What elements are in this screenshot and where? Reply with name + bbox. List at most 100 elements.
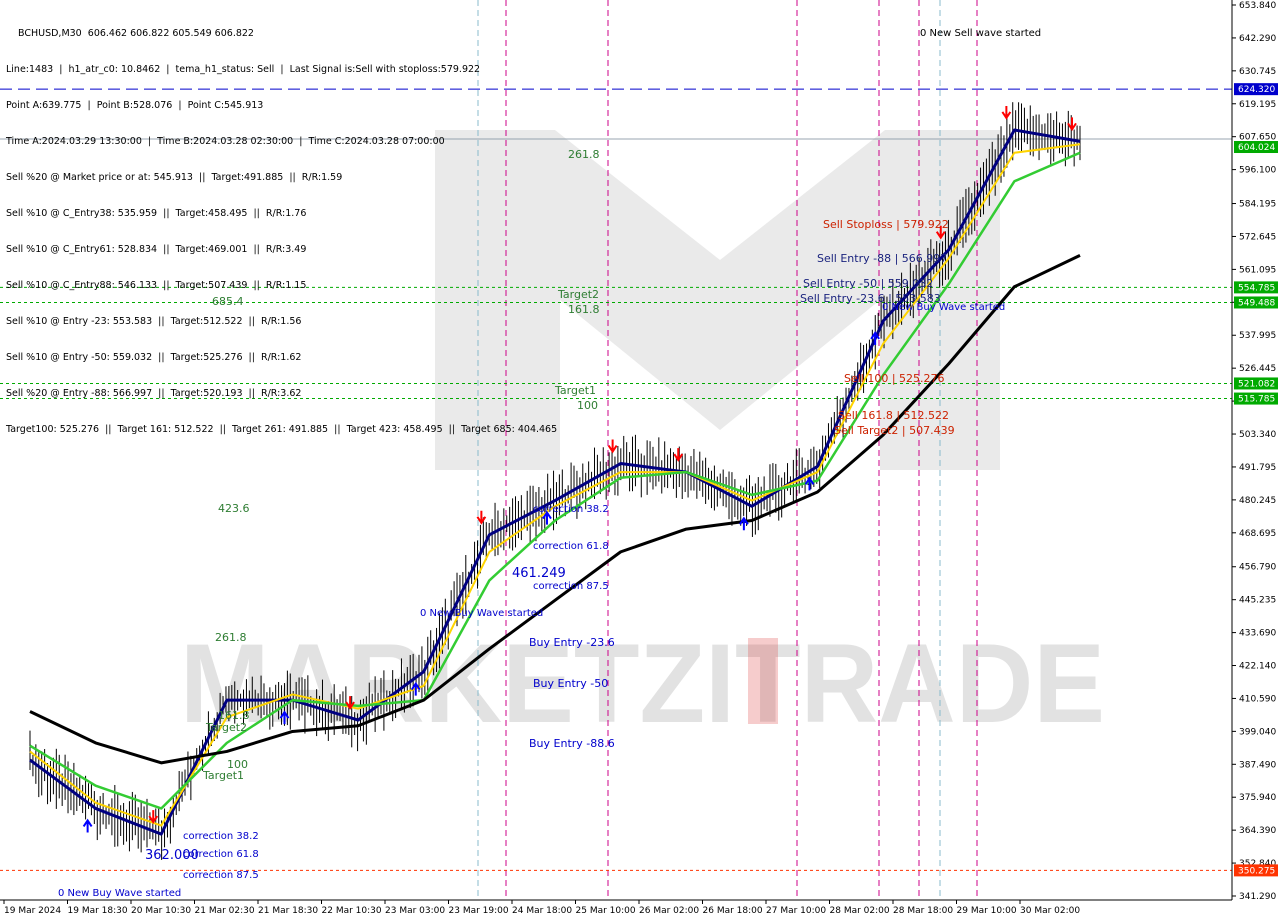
price-tick-label: 503.340: [1239, 430, 1276, 440]
chart-annotation: Sell Stoploss | 579.922: [823, 218, 949, 231]
symbol-header: BCHUSD,M30 606.462 606.822 605.549 606.8…: [18, 28, 254, 39]
price-tick-label: 399.040: [1239, 727, 1276, 737]
price-tick-label: 375.940: [1239, 793, 1276, 803]
chart-annotation: Target1: [554, 384, 596, 397]
price-tick-label: 422.140: [1239, 662, 1276, 672]
time-tick-label: 21 Mar 18:30: [258, 906, 318, 916]
chart-annotation: Buy Entry -23.6: [529, 636, 615, 649]
price-tick-label: 341.290: [1239, 892, 1276, 902]
price-tick-label: 561.095: [1239, 265, 1276, 275]
chart-annotation: Target2: [205, 721, 247, 734]
info-line: Target100: 525.276 || Target 161: 512.52…: [6, 424, 558, 435]
chart-annotation: 261.8: [215, 631, 247, 644]
price-tick-label: 642.290: [1239, 34, 1276, 44]
chart-annotation: correction 61.8: [533, 541, 609, 552]
price-tick-label: 480.245: [1239, 496, 1276, 506]
info-line: Sell %10 @ C_Entry88: 546.133 || Target:…: [6, 280, 307, 291]
time-tick-label: 19 Mar 18:30: [68, 906, 128, 916]
time-tick-label: 26 Mar 18:00: [703, 906, 763, 916]
level-price-label: 515.785: [1238, 395, 1275, 405]
price-tick-label: 526.445: [1239, 364, 1276, 374]
chart-annotation: 0 New Buy Wave started: [882, 302, 1005, 313]
chart-annotation: 0 New Buy Wave started: [58, 888, 181, 899]
time-tick-label: 20 Mar 10:30: [131, 906, 191, 916]
chart-annotation: 261.8: [568, 148, 600, 161]
chart-annotation: 100: [577, 399, 598, 412]
signal-arrow-icon: [1001, 105, 1012, 120]
watermark-text: MARKETZITRADE: [180, 621, 1105, 746]
time-tick-label: 28 Mar 18:00: [893, 906, 953, 916]
info-line: Sell %10 @ C_Entry38: 535.959 || Target:…: [6, 208, 307, 219]
chart-annotation: correction 38.2: [533, 504, 609, 515]
chart-annotation: Sell 161.8 | 512.522: [838, 409, 949, 422]
chart-annotation: Target1: [202, 769, 244, 782]
signal-arrow-icon: [1067, 117, 1077, 132]
chart-window: { "window": { "symbol_line": "BCHUSD,M30…: [0, 0, 1280, 920]
time-tick-label: 29 Mar 10:00: [957, 906, 1017, 916]
price-tick-label: 537.995: [1239, 331, 1276, 341]
chart-annotation: Buy Entry -50: [533, 677, 608, 690]
time-tick-label: 25 Mar 10:00: [576, 906, 636, 916]
info-line: Sell %10 @ Entry -23: 553.583 || Target:…: [6, 316, 302, 327]
time-tick-label: 27 Mar 10:00: [766, 906, 826, 916]
watermark-red-bar: [748, 638, 778, 724]
chart-annotation: 461.249: [512, 566, 566, 581]
price-tick-label: 445.235: [1239, 596, 1276, 606]
chart-annotation: Sell Target2 | 507.439: [834, 424, 955, 437]
time-tick-label: 26 Mar 02:00: [639, 906, 699, 916]
time-tick-label: 23 Mar 19:00: [449, 906, 509, 916]
level-price-label: 521.082: [1238, 379, 1275, 389]
signal-arrow-icon: [82, 818, 93, 833]
price-tick-label: 433.690: [1239, 629, 1276, 639]
info-line: Sell %10 @ C_Entry61: 528.834 || Target:…: [6, 244, 307, 255]
info-line: Point A:639.775 | Point B:528.076 | Poin…: [6, 100, 264, 111]
chart-annotation: correction 87.5: [533, 581, 609, 592]
info-line: Sell %10 @ Entry -50: 559.032 || Target:…: [6, 352, 302, 363]
info-line: Time A:2024.03.29 13:30:00 | Time B:2024…: [6, 136, 445, 147]
chart-annotation: correction 87.5: [183, 870, 259, 881]
current-price-label: 604.024: [1238, 143, 1275, 153]
time-tick-label: 23 Mar 03:00: [385, 906, 445, 916]
time-tick-label: 24 Mar 18:00: [512, 906, 572, 916]
price-tick-label: 468.695: [1239, 529, 1276, 539]
time-tick-label: 28 Mar 02:00: [830, 906, 890, 916]
level-price-label: 624.320: [1238, 85, 1275, 95]
chart-annotation: 423.6: [218, 502, 250, 515]
price-tick-label: 456.790: [1239, 563, 1276, 573]
level-price-label: 350.275: [1238, 866, 1275, 876]
info-line: Sell %20 @ Market price or at: 545.913 |…: [6, 172, 343, 183]
time-tick-label: 21 Mar 02:30: [195, 906, 255, 916]
price-tick-label: 584.195: [1239, 200, 1276, 210]
chart-annotation: 0 New Buy Wave started: [420, 608, 543, 619]
chart-annotation: 161.8: [568, 303, 600, 316]
level-price-label: 554.785: [1238, 283, 1275, 293]
info-line: Sell %20 @ Entry -88: 566.997 || Target:…: [6, 388, 302, 399]
price-tick-label: 410.590: [1239, 694, 1276, 704]
price-tick-label: 491.795: [1239, 463, 1276, 473]
signal-arrow-icon: [673, 448, 684, 462]
chart-annotation: Sell Entry -88 | 566.997: [817, 252, 947, 265]
chart-annotation: 0 New Sell wave started: [920, 28, 1041, 39]
price-tick-label: 619.195: [1239, 100, 1276, 110]
signal-arrow-icon: [607, 439, 618, 454]
chart-annotation: Buy Entry -88.6: [529, 737, 615, 750]
info-panel: BCHUSD,M30 606.462 606.822 605.549 606.8…: [6, 4, 557, 448]
price-tick-label: 596.100: [1239, 166, 1276, 176]
info-line: Line:1483 | h1_atr_c0: 10.8462 | tema_h1…: [6, 64, 481, 75]
price-tick-label: 630.745: [1239, 67, 1276, 77]
signal-arrow-icon: [476, 510, 487, 525]
price-tick-label: 572.645: [1239, 232, 1276, 242]
price-tick-label: 364.390: [1239, 826, 1276, 836]
chart-annotation: Sell 100 | 525.276: [844, 372, 945, 385]
chart-annotation: Target2: [557, 288, 599, 301]
level-price-label: 549.488: [1238, 298, 1275, 308]
chart-annotation: 362.000: [145, 848, 199, 863]
signal-arrow-icon: [804, 476, 815, 491]
chart-annotation: correction 38.2: [183, 831, 259, 842]
time-tick-label: 30 Mar 02:00: [1020, 906, 1080, 916]
price-tick-label: 387.490: [1239, 760, 1276, 770]
chart-annotation: Sell Entry -50 | 559.032: [803, 277, 933, 290]
price-tick-label: 653.840: [1239, 1, 1276, 11]
time-tick-label: 19 Mar 2024: [4, 906, 61, 916]
time-tick-label: 22 Mar 10:30: [322, 906, 382, 916]
